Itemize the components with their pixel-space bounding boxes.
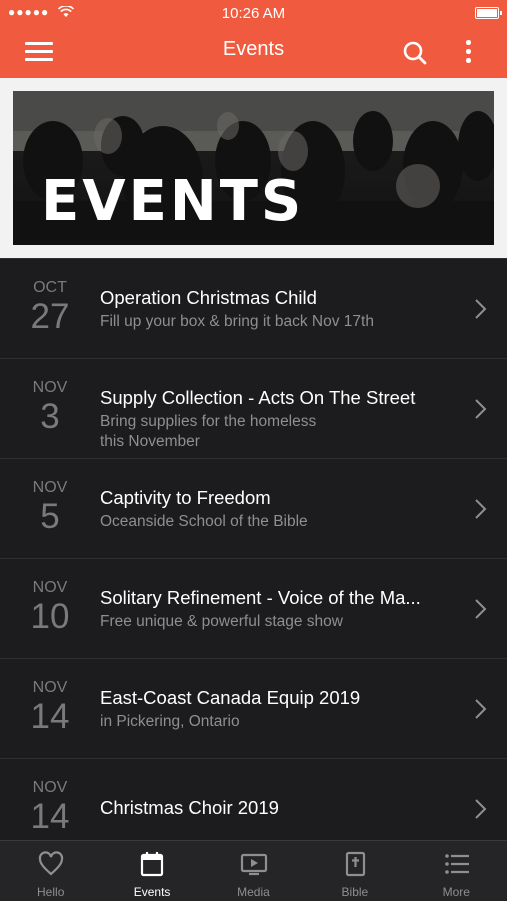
event-month: OCT <box>33 279 67 296</box>
event-month: NOV <box>32 679 68 696</box>
tab-label: Events <box>133 885 171 899</box>
tab-label: Bible <box>341 885 369 899</box>
event-row[interactable]: NOV 14 East-Coast Canada Equip 2019 in P… <box>0 658 507 758</box>
event-row[interactable]: OCT 27 Operation Christmas Child Fill up… <box>0 258 507 358</box>
event-day: 10 <box>30 597 70 636</box>
page-title: Events <box>222 38 285 60</box>
chevron-right-icon <box>475 699 487 719</box>
search-icon[interactable] <box>402 40 428 66</box>
event-row[interactable]: NOV 3 Supply Collection - Acts On The St… <box>0 358 507 458</box>
event-subtitle: in Pickering, Ontario <box>100 713 240 730</box>
tab-label: Media <box>237 885 270 899</box>
tab-bible[interactable]: Bible <box>304 841 405 901</box>
event-title: East-Coast Canada Equip 2019 <box>100 687 361 708</box>
calendar-icon <box>141 852 164 877</box>
event-day: 3 <box>40 397 60 436</box>
tab-label: More <box>442 885 470 899</box>
event-subtitle-line: Bring supplies for the homeless <box>100 413 317 430</box>
event-subtitle: Oceanside School of the Bible <box>100 513 308 530</box>
event-list: OCT 27 Operation Christmas Child Fill up… <box>0 258 507 840</box>
status-time: 10:26 AM <box>221 5 286 22</box>
banner-title: EVENTS <box>41 169 305 234</box>
tab-media[interactable]: Media <box>203 841 304 901</box>
media-player-icon <box>240 853 267 876</box>
event-month: NOV <box>32 579 68 596</box>
event-row[interactable]: NOV 5 Captivity to Freedom Oceanside Sch… <box>0 458 507 558</box>
chevron-right-icon <box>475 599 487 619</box>
tab-bar: Hello Events Media Bible More <box>0 840 507 901</box>
tab-hello[interactable]: Hello <box>0 841 101 901</box>
event-row[interactable]: NOV 14 Christmas Choir 2019 <box>0 758 507 840</box>
tab-more[interactable]: More <box>406 841 507 901</box>
event-title: Christmas Choir 2019 <box>100 797 279 818</box>
event-month: NOV <box>32 379 68 396</box>
app-header: ●●●●● 10:26 AM Events <box>0 0 507 78</box>
event-row[interactable]: NOV 10 Solitary Refinement - Voice of th… <box>0 558 507 658</box>
status-bar: ●●●●● 10:26 AM <box>0 0 507 28</box>
bible-icon <box>346 851 366 877</box>
tab-label: Hello <box>37 885 65 899</box>
events-banner: EVENTS <box>13 91 494 245</box>
more-options-button[interactable] <box>462 38 474 66</box>
event-day: 5 <box>40 497 60 536</box>
heart-icon <box>38 851 64 876</box>
chevron-right-icon <box>475 399 487 419</box>
event-month: NOV <box>32 479 68 496</box>
event-title: Captivity to Freedom <box>100 487 271 508</box>
event-day: 14 <box>30 697 70 736</box>
event-month: NOV <box>32 779 68 796</box>
event-subtitle: Bring supplies for the homeless this Nov… <box>100 412 460 452</box>
event-subtitle-line: this November <box>100 433 200 450</box>
chevron-right-icon <box>475 299 487 319</box>
event-day: 14 <box>30 797 70 836</box>
list-icon <box>444 854 469 874</box>
event-title: Supply Collection - Acts On The Street <box>100 387 416 408</box>
event-title: Solitary Refinement - Voice of the Ma... <box>100 587 421 608</box>
event-title: Operation Christmas Child <box>100 287 317 308</box>
tab-events[interactable]: Events <box>101 841 202 901</box>
chevron-right-icon <box>475 799 487 819</box>
event-subtitle: Free unique & powerful stage show <box>100 613 343 630</box>
battery-icon <box>475 7 502 19</box>
event-subtitle: Fill up your box & bring it back Nov 17t… <box>100 313 374 330</box>
event-day: 27 <box>30 297 70 336</box>
chevron-right-icon <box>475 499 487 519</box>
